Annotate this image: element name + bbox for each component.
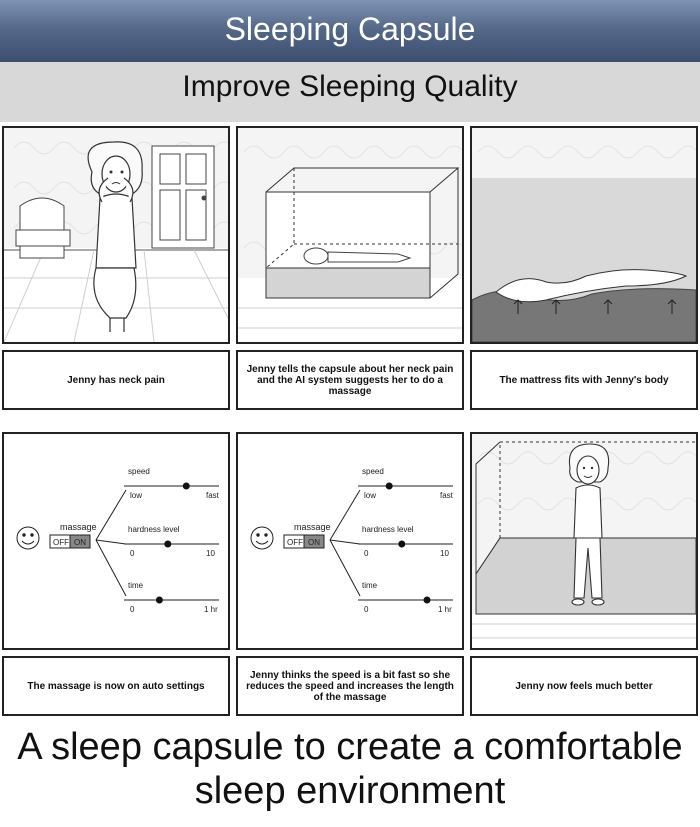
- panel-1-illustration: [4, 128, 228, 342]
- hardness-max-label: 10: [206, 549, 215, 558]
- smiley-icon: [250, 526, 274, 550]
- speed-min-label: low: [130, 491, 142, 500]
- time-label: time: [128, 581, 144, 590]
- footer-line-1: A sleep capsule to create a comfortable: [17, 726, 683, 768]
- hardness-max-label: 10: [440, 549, 449, 558]
- hardness-min-label: 0: [130, 549, 135, 558]
- hardness-label: hardness level: [128, 525, 180, 534]
- panel-mattress: [470, 126, 698, 344]
- toggle-off-label: OFF: [53, 538, 69, 547]
- speed-max-label: fast: [206, 491, 220, 500]
- hardness-min-label: 0: [364, 549, 369, 558]
- time-max-label: 1 hr: [204, 605, 218, 614]
- settings-diagram-auto: massage OFF ON speed low fast hardness l…: [16, 467, 220, 614]
- time-max-label: 1 hr: [438, 605, 452, 614]
- header-bar: Sleeping Capsule: [0, 0, 700, 63]
- smiley-icon: [16, 526, 40, 550]
- footer-summary: A sleep capsule to create a comfortable …: [0, 725, 700, 813]
- page-title: Sleeping Capsule: [224, 11, 476, 47]
- footer-line-2: sleep environment: [194, 770, 506, 812]
- time-min-label: 0: [364, 605, 369, 614]
- panel-jenny-neck-pain: [2, 126, 230, 344]
- speed-min-label: low: [364, 491, 376, 500]
- subtitle-band: Improve Sleeping Quality: [0, 62, 700, 122]
- hardness-label: hardness level: [362, 525, 414, 534]
- speed-slider-knob[interactable]: [385, 482, 393, 490]
- panel-massage-adjusted-settings: massage OFF ON speed low fast hardness l…: [236, 432, 464, 650]
- speed-label: speed: [362, 467, 384, 476]
- caption-5: Jenny thinks the speed is a bit fast so …: [236, 656, 464, 716]
- toggle-off-label: OFF: [287, 538, 303, 547]
- settings-diagram-adjusted: massage OFF ON speed low fast hardness l…: [250, 467, 454, 614]
- panel-massage-auto-settings: massage OFF ON speed low fast hardness l…: [2, 432, 230, 650]
- panel-6-illustration: [472, 434, 696, 639]
- caption-3: The mattress fits with Jenny's body: [470, 350, 698, 410]
- caption-4: The massage is now on auto settings: [2, 656, 230, 716]
- panel-jenny-better: [470, 432, 698, 650]
- massage-label: massage: [60, 522, 97, 532]
- panel-capsule: [236, 126, 464, 344]
- time-label: time: [362, 581, 378, 590]
- caption-6: Jenny now feels much better: [470, 656, 698, 716]
- time-min-label: 0: [130, 605, 135, 614]
- page-subtitle: Improve Sleeping Quality: [182, 70, 518, 103]
- panel-3-illustration: [472, 128, 696, 342]
- speed-max-label: fast: [440, 491, 454, 500]
- speed-slider-knob[interactable]: [182, 482, 190, 490]
- toggle-on-label: ON: [308, 538, 320, 547]
- time-slider-knob[interactable]: [423, 596, 431, 604]
- hardness-slider-knob[interactable]: [164, 540, 172, 548]
- toggle-on-label: ON: [74, 538, 86, 547]
- massage-label: massage: [294, 522, 331, 532]
- caption-1: Jenny has neck pain: [2, 350, 230, 410]
- panel-2-illustration: [238, 128, 462, 329]
- speed-label: speed: [128, 467, 150, 476]
- time-slider-knob[interactable]: [155, 596, 163, 604]
- hardness-slider-knob[interactable]: [398, 540, 406, 548]
- caption-2: Jenny tells the capsule about her neck p…: [236, 350, 464, 410]
